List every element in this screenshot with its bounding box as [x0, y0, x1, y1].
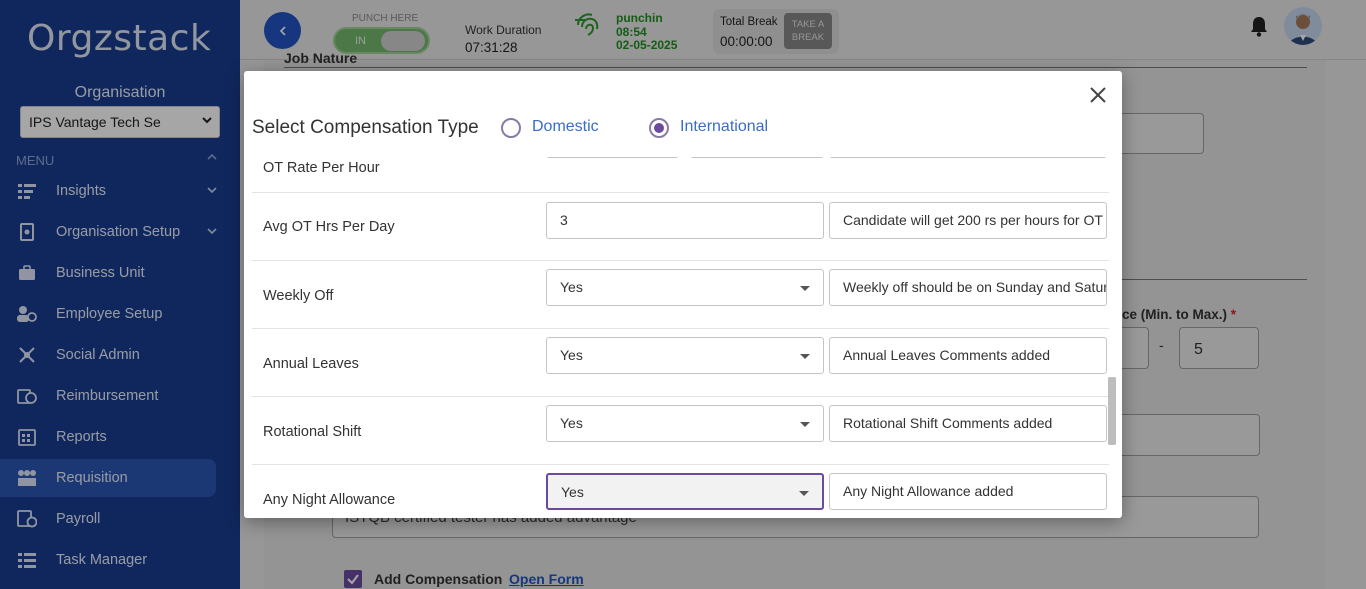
radio-international[interactable]	[649, 118, 669, 138]
annual-leaves-select[interactable]: Yes	[546, 337, 824, 374]
table-row: Weekly Off Yes Weekly off should be on S…	[252, 261, 1109, 329]
rotational-shift-select[interactable]: Yes	[546, 405, 824, 442]
modal-title: Select Compensation Type	[252, 117, 479, 138]
row-label: Weekly Off	[263, 288, 334, 304]
row-label: Any Night Allowance	[263, 492, 396, 508]
row-label: Rotational Shift	[263, 424, 362, 440]
radio-domestic-label[interactable]: Domestic	[532, 118, 599, 136]
table-row: Rotational Shift Yes Rotational Shift Co…	[252, 397, 1109, 465]
radio-domestic[interactable]	[501, 118, 521, 138]
annual-leaves-value: Yes	[560, 347, 583, 363]
close-icon	[1090, 87, 1106, 103]
avg-ot-hrs-comment[interactable]: Candidate will get 200 rs per hours for …	[829, 202, 1107, 239]
table-row: Avg OT Hrs Per Day 3 Candidate will get …	[252, 193, 1109, 261]
annual-leaves-comment[interactable]: Annual Leaves Comments added	[829, 337, 1107, 374]
ot-rate-field-1[interactable]	[546, 157, 679, 158]
table-row: Any Night Allowance Yes Any Night Allowa…	[252, 465, 1109, 518]
radio-international-label[interactable]: International	[680, 118, 768, 136]
weekly-off-value: Yes	[560, 279, 583, 295]
row-label: Annual Leaves	[263, 356, 359, 372]
compensation-modal: Select Compensation Type Domestic Intern…	[244, 71, 1122, 518]
rotational-shift-comment[interactable]: Rotational Shift Comments added	[829, 405, 1107, 442]
weekly-off-select[interactable]: Yes	[546, 269, 824, 306]
night-allowance-value: Yes	[561, 484, 584, 500]
night-allowance-select[interactable]: Yes	[546, 473, 824, 510]
table-row: OT Rate Per Hour	[252, 157, 1109, 193]
row-label: OT Rate Per Hour	[263, 160, 380, 176]
avg-ot-hrs-input[interactable]: 3	[546, 202, 824, 239]
caret-down-icon	[800, 422, 810, 427]
caret-down-icon	[800, 286, 810, 291]
modal-scrollbar[interactable]	[1108, 377, 1116, 445]
table-row: Annual Leaves Yes Annual Leaves Comments…	[252, 329, 1109, 397]
ot-rate-field-2[interactable]	[690, 157, 824, 158]
night-allowance-comment[interactable]: Any Night Allowance added	[829, 473, 1107, 510]
ot-rate-comment-field[interactable]	[829, 157, 1107, 158]
caret-down-icon	[799, 491, 809, 496]
row-label: Avg OT Hrs Per Day	[263, 219, 395, 235]
close-button[interactable]	[1087, 84, 1109, 106]
weekly-off-comment[interactable]: Weekly off should be on Sunday and Satur…	[829, 269, 1107, 306]
caret-down-icon	[800, 354, 810, 359]
compensation-rows-scroll[interactable]: OT Rate Per Hour Avg OT Hrs Per Day 3 Ca…	[252, 157, 1114, 518]
rotational-shift-value: Yes	[560, 415, 583, 431]
